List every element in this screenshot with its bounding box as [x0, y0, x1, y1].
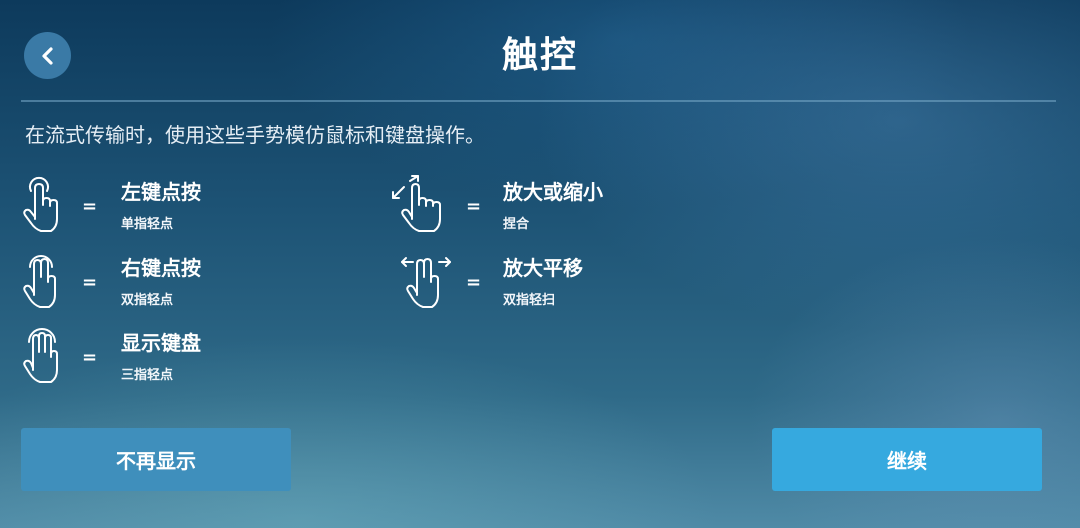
- description-text: 在流式传输时，使用这些手势模仿鼠标和键盘操作。: [25, 123, 485, 147]
- gesture-right-click: = 右键点按 双指轻点: [20, 251, 380, 311]
- gesture-left-click: = 左键点按 单指轻点: [20, 175, 380, 235]
- equals-sign: =: [82, 347, 98, 368]
- header-divider: [21, 100, 1056, 102]
- gesture-label: 放大平移: [503, 256, 583, 280]
- gesture-description: 双指轻扫: [503, 293, 556, 308]
- continue-button[interactable]: 继续: [772, 428, 1042, 491]
- pinch-zoom-icon: [392, 175, 441, 232]
- gesture-zoom: = 放大或缩小 捏合: [390, 175, 750, 235]
- gesture-description: 三指轻点: [121, 368, 174, 383]
- two-finger-swipe-icon: [401, 257, 451, 308]
- gesture-description: 捏合: [503, 217, 530, 232]
- two-finger-tap-icon: [23, 255, 56, 308]
- gesture-label: 右键点按: [121, 256, 201, 280]
- equals-sign: =: [82, 196, 98, 217]
- gesture-show-keyboard: = 显示键盘 三指轻点: [20, 326, 380, 386]
- gesture-description: 双指轻点: [121, 293, 174, 308]
- gesture-description: 单指轻点: [121, 217, 174, 232]
- gesture-label: 放大或缩小: [503, 180, 603, 204]
- gesture-label: 显示键盘: [121, 331, 201, 355]
- gesture-pan: = 放大平移 双指轻扫: [400, 251, 760, 311]
- dont-show-again-button[interactable]: 不再显示: [21, 428, 291, 491]
- one-finger-tap-icon: [23, 176, 58, 232]
- equals-sign: =: [466, 272, 482, 293]
- three-finger-tap-icon: [23, 328, 58, 383]
- equals-sign: =: [466, 196, 482, 217]
- equals-sign: =: [82, 272, 98, 293]
- page-title: 触控: [501, 35, 578, 76]
- gesture-label: 左键点按: [121, 180, 201, 204]
